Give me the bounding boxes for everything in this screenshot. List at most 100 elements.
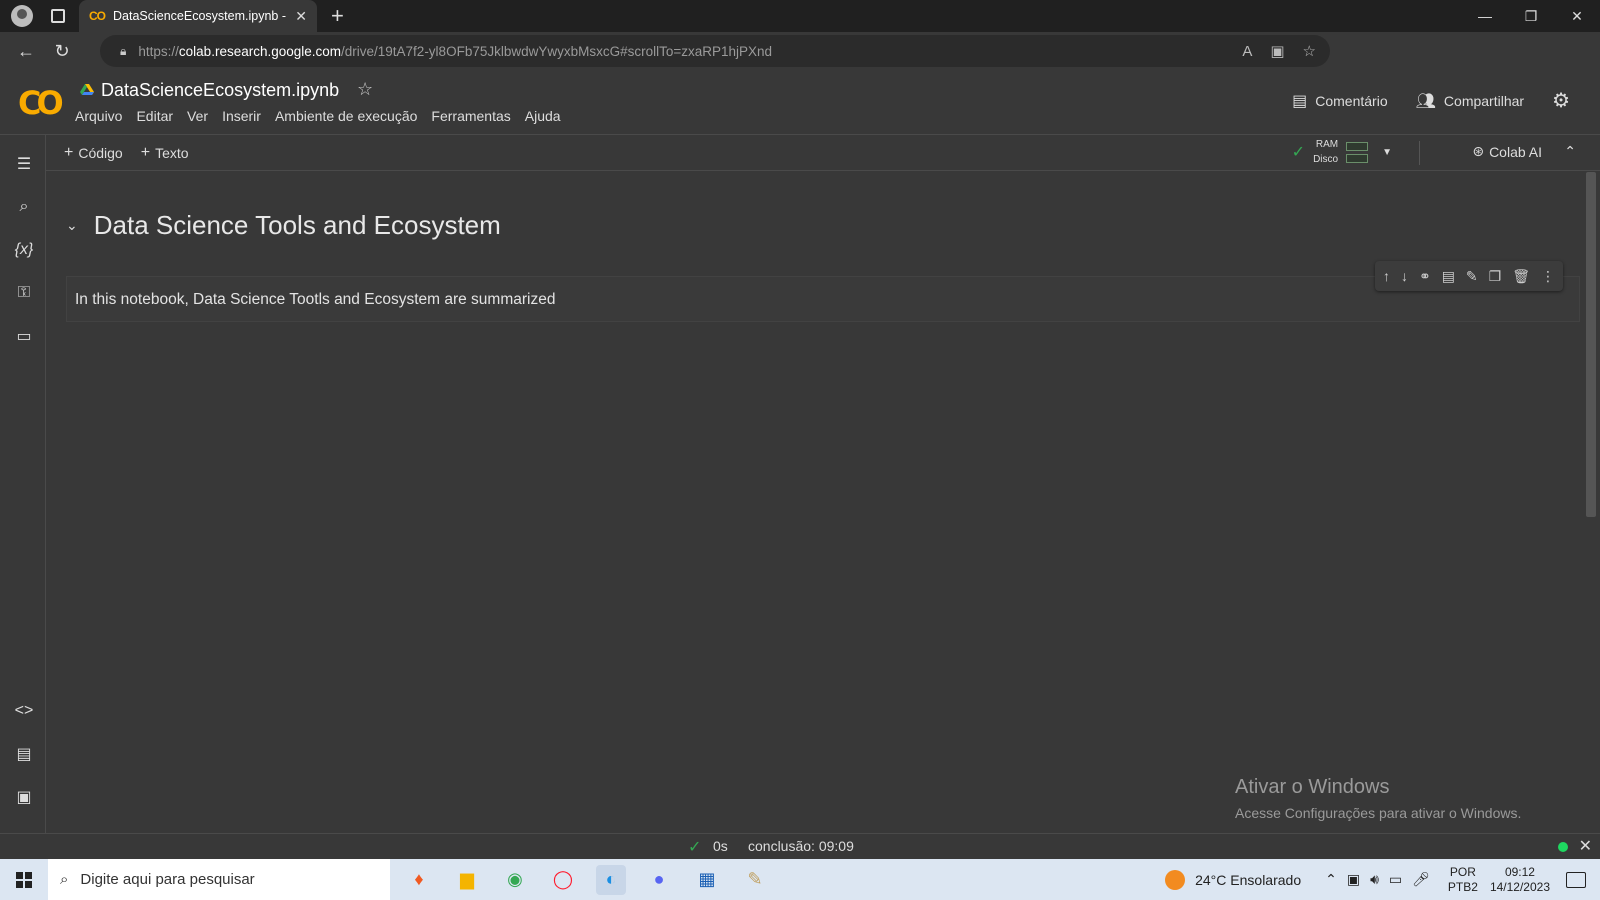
search-icon[interactable]: ⌕ bbox=[12, 195, 36, 219]
chevron-down-icon[interactable]: ⌄ bbox=[66, 217, 78, 234]
menu-ajuda[interactable]: Ajuda bbox=[525, 108, 561, 124]
read-aloud-icon[interactable]: A bbox=[1242, 43, 1252, 60]
menu-ambiente[interactable]: Ambiente de execução bbox=[275, 108, 417, 124]
delete-icon[interactable]: 🗑︎ bbox=[1512, 268, 1530, 285]
system-tray: 24°C Ensolarado ⌃ ▣ 🔊︎ ▭ 🎤︎ POR PTB2 09:… bbox=[1165, 859, 1600, 900]
share-label: Compartilhar bbox=[1443, 92, 1525, 109]
edit-pencil-icon[interactable]: ✎ bbox=[1466, 268, 1478, 285]
network-icon[interactable]: ▣ bbox=[1347, 871, 1360, 888]
move-down-icon[interactable]: ↓ bbox=[1401, 268, 1408, 284]
command-palette-icon[interactable]: ▤ bbox=[12, 742, 36, 766]
start-button[interactable] bbox=[0, 859, 48, 900]
url-field[interactable]: 🔒︎ https://colab.research.google.com/dri… bbox=[100, 35, 1330, 67]
code-snippets-icon[interactable]: <> bbox=[12, 699, 36, 723]
left-rail: ☰ ⌕ {x} ⚿ ▭ <> ▤ ▣ bbox=[0, 135, 46, 833]
more-vert-icon[interactable]: ⋮ bbox=[1541, 268, 1555, 285]
status-conclusion[interactable]: conclusão: 09:09 bbox=[748, 838, 854, 854]
drive-icon[interactable] bbox=[80, 83, 94, 97]
tab-close-icon[interactable]: ✕ bbox=[295, 8, 307, 25]
app-icon-1[interactable]: ♦ bbox=[404, 865, 434, 895]
status-close-icon[interactable]: ✕ bbox=[1579, 836, 1592, 856]
share-button[interactable]: 👥︎ Compartilhar bbox=[1416, 91, 1524, 111]
file-explorer-icon[interactable]: ▆ bbox=[452, 865, 482, 895]
restore-icon[interactable]: ❐ bbox=[1508, 0, 1554, 32]
move-up-icon[interactable]: ↑ bbox=[1383, 268, 1390, 284]
colab-logo-icon[interactable]: CO bbox=[18, 84, 64, 122]
notebook-title[interactable]: DataScienceEcosystem.ipynb bbox=[101, 80, 339, 101]
resource-monitor[interactable]: ✓ RAM Disco ▼ bbox=[1292, 137, 1392, 167]
ram-bar bbox=[1346, 141, 1369, 151]
key-icon[interactable]: ⚿ bbox=[12, 281, 36, 305]
clock-time: 09:12 bbox=[1504, 864, 1535, 879]
mic-icon[interactable]: 🎤︎ bbox=[1412, 871, 1430, 888]
add-text-button[interactable]: + Texto bbox=[141, 144, 189, 162]
terminal-icon[interactable]: ▣ bbox=[12, 785, 36, 809]
windows-taskbar: ⌕ Digite aqui para pesquisar ♦ ▆ ◉ ◯ ◐ ●… bbox=[0, 859, 1600, 900]
display-icon[interactable]: ▭ bbox=[1389, 871, 1402, 888]
new-tab-icon[interactable]: + bbox=[331, 3, 344, 29]
comment-label: Comentário bbox=[1315, 92, 1388, 109]
app-icon-3[interactable]: ✎ bbox=[740, 865, 770, 895]
comment-button[interactable]: ▤ Comentário bbox=[1292, 91, 1388, 111]
menu-ver[interactable]: Ver bbox=[187, 108, 208, 124]
notifications-icon[interactable] bbox=[1566, 871, 1586, 888]
resource-bars bbox=[1346, 141, 1369, 163]
lang-top: POR bbox=[1449, 864, 1476, 879]
disk-bar bbox=[1346, 153, 1369, 163]
profile-avatar[interactable] bbox=[11, 5, 33, 27]
weather-sun-icon[interactable] bbox=[1165, 869, 1186, 890]
mirror-cell-icon[interactable]: ❐ bbox=[1489, 268, 1502, 285]
link-icon[interactable]: ⚭ bbox=[1419, 268, 1431, 285]
favorite-star-icon[interactable]: ☆ bbox=[1303, 42, 1316, 60]
discord-icon[interactable]: ● bbox=[644, 865, 674, 895]
add-code-label: Código bbox=[78, 144, 123, 161]
taskbar-search[interactable]: ⌕ Digite aqui para pesquisar bbox=[48, 859, 390, 900]
chrome-icon[interactable]: ◉ bbox=[500, 865, 530, 895]
section-heading: Data Science Tools and Ecosystem bbox=[93, 210, 501, 240]
menu-inserir[interactable]: Inserir bbox=[222, 108, 261, 124]
edge-icon[interactable]: ◐ bbox=[596, 864, 626, 895]
status-bar: ✓ 0s conclusão: 09:09 ✕ bbox=[0, 833, 1600, 859]
chevron-up-icon[interactable]: ⌃ bbox=[1325, 871, 1337, 888]
toc-icon[interactable]: ☰ bbox=[12, 152, 36, 176]
menu-arquivo[interactable]: Arquivo bbox=[75, 108, 122, 124]
plus-icon: + bbox=[64, 143, 74, 161]
minimize-icon[interactable]: — bbox=[1462, 0, 1508, 32]
add-code-button[interactable]: + Código bbox=[64, 144, 123, 162]
status-time: 0s bbox=[713, 838, 728, 854]
browser-addressbar: ← ↻ 🔒︎ https://colab.research.google.com… bbox=[0, 32, 1600, 94]
app-icon-2[interactable]: ▦ bbox=[692, 865, 722, 895]
volume-icon[interactable]: 🔊︎ bbox=[1370, 871, 1379, 888]
search-placeholder: Digite aqui para pesquisar bbox=[80, 871, 255, 888]
colab-favicon-icon: CO bbox=[89, 9, 106, 23]
comment-icon[interactable]: ▤ bbox=[1442, 268, 1455, 285]
menu-editar[interactable]: Editar bbox=[136, 108, 173, 124]
clock[interactable]: 09:12 14/12/2023 bbox=[1490, 865, 1550, 895]
lock-icon[interactable]: 🔒︎ bbox=[120, 44, 126, 59]
windows-logo-icon bbox=[16, 871, 32, 888]
gear-icon[interactable]: ⚙ bbox=[1552, 88, 1570, 113]
browser-tab-active[interactable]: CO DataScienceEcosystem.ipynb - Colab ✕ bbox=[79, 0, 317, 32]
variables-icon[interactable]: {x} bbox=[12, 238, 36, 262]
folder-icon[interactable]: ▭ bbox=[12, 324, 36, 348]
menu-bar: Arquivo Editar Ver Inserir Ambiente de e… bbox=[75, 108, 561, 124]
collapse-chevron-icon[interactable]: ⌃ bbox=[1564, 143, 1576, 160]
caret-down-icon[interactable]: ▼ bbox=[1382, 147, 1392, 158]
star-icon[interactable]: ☆ bbox=[357, 79, 373, 100]
weather-text[interactable]: 24°C Ensolarado bbox=[1195, 872, 1301, 888]
colab-header: CO DataScienceEcosystem.ipynb ☆ Arquivo … bbox=[0, 70, 1600, 135]
text-cell[interactable]: In this notebook, Data Science Tootls an… bbox=[66, 261, 1580, 322]
people-icon: 👥︎ bbox=[1415, 92, 1436, 110]
scrollbar[interactable] bbox=[1586, 172, 1596, 517]
url-actions: A ▣ ☆ bbox=[1242, 35, 1316, 67]
opera-icon[interactable]: ◯ bbox=[548, 865, 578, 895]
menu-ferramentas[interactable]: Ferramentas bbox=[431, 108, 510, 124]
status-check-icon: ✓ bbox=[688, 839, 702, 856]
colab-ai-button[interactable]: ⊛ Colab AI bbox=[1472, 143, 1542, 160]
app-available-icon[interactable]: ▣ bbox=[1270, 42, 1284, 60]
back-icon[interactable]: ← bbox=[10, 35, 42, 67]
tab-actions-icon[interactable] bbox=[51, 9, 65, 23]
language-indicator[interactable]: POR PTB2 bbox=[1448, 865, 1478, 895]
window-close-icon[interactable]: ✕ bbox=[1554, 0, 1600, 32]
reload-icon[interactable]: ↻ bbox=[46, 35, 78, 67]
